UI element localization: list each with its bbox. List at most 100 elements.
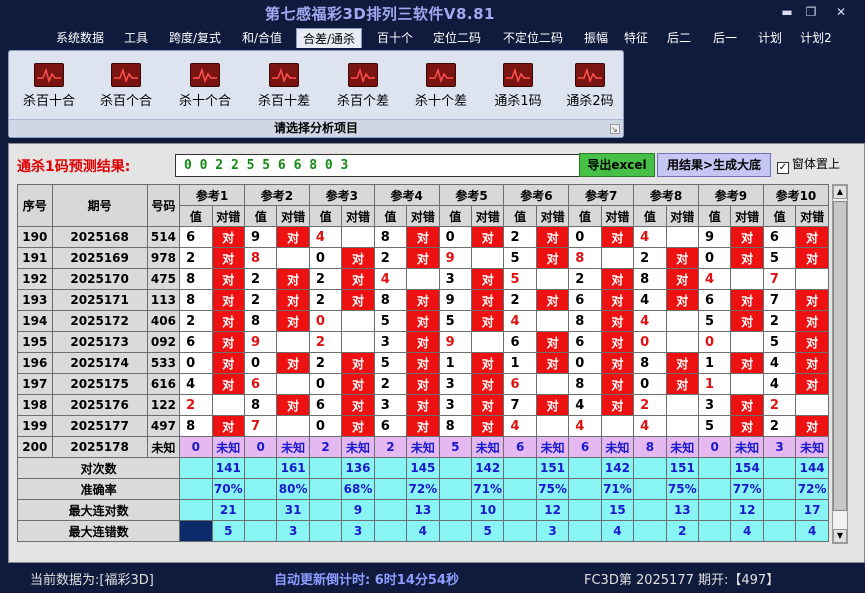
header-ref[interactable]: 参考10 [762, 184, 830, 206]
row-index: 193 [17, 289, 53, 311]
ref-result-cell: 对 [276, 289, 310, 311]
header-ref[interactable]: 参考1 [179, 184, 245, 206]
ribbon-button[interactable]: 通杀1码 [484, 55, 552, 117]
restore-icon[interactable]: ❐ [802, 4, 820, 20]
topmost-checkbox[interactable]: ✓ 窗体置上 [777, 155, 840, 174]
row-period: 2025175 [51, 373, 148, 395]
menu-item[interactable]: 合差/通杀 [296, 28, 362, 48]
ref-result-cell: 对 [600, 394, 635, 416]
menu-item[interactable]: 工具 [116, 28, 156, 48]
menu-item[interactable]: 不定位二码 [493, 28, 573, 48]
ref-result-cell: 对 [535, 331, 570, 353]
ref-value-cell: 4 [633, 289, 667, 311]
stat-spacer [179, 499, 213, 521]
ref-result-cell [535, 373, 570, 395]
header-ref[interactable]: 参考9 [698, 184, 764, 206]
menu-item[interactable]: 后一 [704, 28, 746, 48]
close-icon[interactable]: ✕ [832, 4, 850, 20]
row-number: 113 [146, 289, 181, 311]
header-ref[interactable]: 参考4 [373, 184, 440, 206]
ref-result-cell: 对 [795, 310, 829, 332]
ref-value-cell: 4 [568, 394, 602, 416]
header-ref[interactable]: 参考5 [438, 184, 505, 206]
stat-value: 144 [795, 457, 829, 479]
ref-result-cell: 对 [795, 373, 829, 395]
header-index[interactable]: 序号 [17, 184, 53, 227]
header-ref[interactable]: 参考7 [568, 184, 635, 206]
table-row[interactable]: 191 2025169 978 2 对 8 0 对 2 对 9 5 对 8 2 对 0 对 5 对 [17, 247, 829, 269]
ribbon-button[interactable]: 杀百个合 [92, 55, 160, 117]
table-row[interactable]: 190 2025168 514 6 对 9 对 4 8 对 0 对 2 对 0 对 4 9 对 6 对 [17, 226, 829, 248]
table-row[interactable]: 197 2025175 616 4 对 6 0 对 2 对 3 对 6 8 对 0 对 1 4 对 [17, 373, 829, 395]
row-index: 197 [17, 373, 53, 395]
row-index: 199 [17, 415, 53, 437]
ref-result-cell: 对 [211, 310, 246, 332]
predicted-value-cell: 8 [633, 436, 667, 458]
ref-result-cell [535, 310, 570, 332]
ref-result-cell [795, 394, 829, 416]
table-row[interactable]: 199 2025177 497 8 对 7 0 对 6 对 8 对 4 4 4 5 对 2 对 [17, 415, 829, 437]
minimize-icon[interactable]: ▬ [778, 4, 796, 20]
stat-spacer [373, 520, 408, 542]
menu-item[interactable]: 振幅 [578, 28, 614, 48]
menu-item[interactable]: 百十个 [369, 28, 421, 48]
ref-result-cell: 对 [470, 289, 505, 311]
export-excel-button[interactable]: 导出excel [579, 153, 655, 177]
checkbox-check-icon[interactable]: ✓ [777, 162, 789, 174]
menu-item[interactable]: 特征 [617, 28, 655, 48]
ribbon-button[interactable]: 杀十个合 [171, 55, 239, 117]
menu-item[interactable]: 跨度/复式 [160, 28, 230, 48]
table-row[interactable]: 196 2025174 533 0 对 0 对 2 对 5 对 1 对 1 对 0 对 8 对 1 对 4 对 [17, 352, 829, 374]
stat-value: 31 [276, 499, 310, 521]
ref-value-cell: 2 [308, 352, 343, 374]
header-ref[interactable]: 参考3 [308, 184, 375, 206]
ref-result-cell: 对 [535, 394, 570, 416]
stat-value: 68% [341, 478, 375, 500]
scroll-thumb[interactable] [833, 201, 847, 511]
ref-value-cell: 4 [633, 310, 667, 332]
menu-item[interactable]: 定位二码 [425, 28, 489, 48]
menu-item[interactable]: 后二 [659, 28, 699, 48]
table-row[interactable]: 198 2025176 122 2 8 对 6 对 3 对 3 对 7 对 4 对 2 3 对 2 [17, 394, 829, 416]
row-period: 2025168 [51, 226, 148, 248]
header-ref[interactable]: 参考6 [503, 184, 570, 206]
vertical-scrollbar[interactable]: ▲ ▼ [832, 184, 848, 544]
predicted-result-cell: 未知 [730, 436, 764, 458]
header-value: 值 [308, 205, 343, 227]
table-row[interactable]: 192 2025170 475 8 对 2 对 2 对 4 3 对 5 2 对 8 对 4 7 [17, 268, 829, 290]
menu-item[interactable]: 系统数据 [48, 28, 112, 48]
scroll-up-icon[interactable]: ▲ [833, 185, 847, 199]
menu-item[interactable]: 计划2 [792, 28, 840, 48]
ribbon-expand-icon[interactable]: ↘ [610, 124, 620, 134]
row-number: 978 [146, 247, 181, 269]
ref-value-cell: 1 [698, 373, 732, 395]
prediction-result-field[interactable]: 0 0 2 2 5 5 6 6 8 0 3 [175, 154, 585, 177]
scroll-down-icon[interactable]: ▼ [833, 529, 847, 543]
ref-value-cell: 0 [308, 415, 343, 437]
ref-result-cell: 对 [211, 268, 246, 290]
ref-value-cell: 5 [503, 268, 537, 290]
ref-value-cell: 5 [698, 310, 732, 332]
ref-value-cell: 2 [308, 289, 343, 311]
header-ref[interactable]: 参考8 [633, 184, 700, 206]
prediction-row[interactable]: 200 2025178 未知 0 未知 0 未知 2 未知 2 未知 5 未知 6 未知 6 未知 8 未知 0 未知 3… [17, 436, 829, 458]
table-row[interactable]: 193 2025171 113 8 对 2 对 2 对 8 对 9 对 2 对 6 对 4 对 6 对 7 对 [17, 289, 829, 311]
header-number[interactable]: 号码 [146, 184, 181, 227]
ref-value-cell: 4 [373, 268, 408, 290]
menu-item[interactable]: 和/合值 [234, 28, 290, 48]
ribbon-button[interactable]: 杀百十差 [250, 55, 318, 117]
ribbon-button[interactable]: 杀十个差 [407, 55, 475, 117]
generate-base-button[interactable]: 用结果>生成大底 [657, 153, 771, 177]
menu-item[interactable]: 计划 [750, 28, 790, 48]
ref-result-cell: 对 [211, 247, 246, 269]
header-ref[interactable]: 参考2 [244, 184, 310, 206]
ribbon-button[interactable]: 通杀2码 [556, 55, 624, 117]
ref-value-cell: 3 [698, 394, 732, 416]
ref-result-cell [211, 394, 246, 416]
table-row[interactable]: 194 2025172 406 2 对 8 对 0 5 对 5 对 4 8 对 4 5 对 2 对 [17, 310, 829, 332]
ribbon-button[interactable]: 杀百个差 [329, 55, 397, 117]
header-result: 对错 [276, 205, 310, 227]
header-period[interactable]: 期号 [51, 184, 148, 227]
ribbon-button[interactable]: 杀百十合 [15, 55, 83, 117]
table-row[interactable]: 195 2025173 092 6 对 9 2 3 对 9 6 对 6 对 0 0 5 对 [17, 331, 829, 353]
